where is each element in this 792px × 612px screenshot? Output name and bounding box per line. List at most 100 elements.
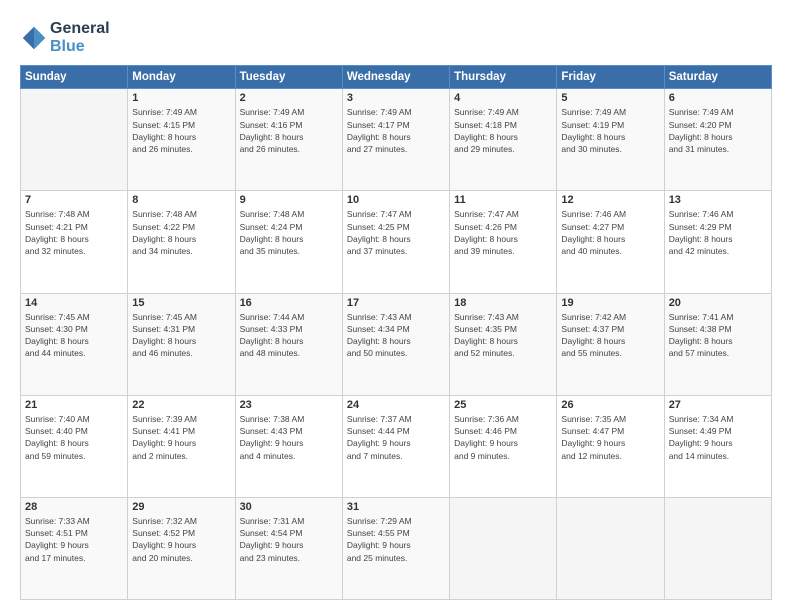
calendar-cell: 12Sunrise: 7:46 AM Sunset: 4:27 PM Dayli…: [557, 191, 664, 293]
calendar-cell: 2 Sunrise: 7:49 AM Sunset: 4:16 PM Daylig…: [235, 89, 342, 191]
day-info: Sunrise: 7:35 AM Sunset: 4:47 PM Dayligh…: [561, 413, 659, 462]
weekday-header: Tuesday: [235, 66, 342, 89]
day-info: Sunrise: 7:43 AM Sunset: 4:34 PM Dayligh…: [347, 311, 445, 360]
day-info: Sunrise: 7:39 AM Sunset: 4:41 PM Dayligh…: [132, 413, 230, 462]
calendar-cell: 1 Sunrise: 7:49 AM Sunset: 4:15 PM Daylig…: [128, 89, 235, 191]
weekday-header: Saturday: [664, 66, 771, 89]
day-info: Sunrise: 7:40 AM Sunset: 4:40 PM Dayligh…: [25, 413, 123, 462]
calendar-week-row: 7 Sunrise: 7:48 AM Sunset: 4:21 PM Daylig…: [21, 191, 772, 293]
calendar-cell: [450, 497, 557, 599]
calendar-cell: 28Sunrise: 7:33 AM Sunset: 4:51 PM Dayli…: [21, 497, 128, 599]
day-info: Sunrise: 7:49 AM Sunset: 4:16 PM Dayligh…: [240, 106, 338, 155]
day-info: Sunrise: 7:46 AM Sunset: 4:27 PM Dayligh…: [561, 208, 659, 257]
day-number: 11: [454, 194, 552, 206]
calendar-cell: 9 Sunrise: 7:48 AM Sunset: 4:24 PM Daylig…: [235, 191, 342, 293]
day-number: 5: [561, 92, 659, 104]
calendar-cell: 29 Sunrise: 7:32 AM Sunset: 4:52 PM Dayli…: [128, 497, 235, 599]
calendar-cell: 26 Sunrise: 7:35 AM Sunset: 4:47 PM Dayli…: [557, 395, 664, 497]
day-number: 2: [240, 92, 338, 104]
day-number: 25: [454, 399, 552, 411]
day-number: 18: [454, 297, 552, 309]
day-number: 21: [25, 399, 123, 411]
logo-icon: [20, 24, 48, 52]
calendar-cell: 18 Sunrise: 7:43 AM Sunset: 4:35 PM Dayli…: [450, 293, 557, 395]
day-number: 20: [669, 297, 767, 309]
calendar-table: SundayMondayTuesdayWednesdayThursdayFrid…: [20, 65, 772, 600]
day-info: Sunrise: 7:29 AM Sunset: 4:55 PM Dayligh…: [347, 515, 445, 564]
page: General Blue SundayMondayTuesdayWednesda…: [0, 0, 792, 612]
day-info: Sunrise: 7:42 AM Sunset: 4:37 PM Dayligh…: [561, 311, 659, 360]
day-number: 26: [561, 399, 659, 411]
day-number: 13: [669, 194, 767, 206]
day-number: 4: [454, 92, 552, 104]
day-number: 24: [347, 399, 445, 411]
logo-text: General Blue: [50, 20, 110, 55]
calendar-cell: 21 Sunrise: 7:40 AM Sunset: 4:40 PM Dayli…: [21, 395, 128, 497]
day-number: 3: [347, 92, 445, 104]
calendar-cell: 11Sunrise: 7:47 AM Sunset: 4:26 PM Dayli…: [450, 191, 557, 293]
day-info: Sunrise: 7:48 AM Sunset: 4:21 PM Dayligh…: [25, 208, 123, 257]
calendar-cell: 17 Sunrise: 7:43 AM Sunset: 4:34 PM Dayli…: [342, 293, 449, 395]
calendar-cell: 24Sunrise: 7:37 AM Sunset: 4:44 PM Dayli…: [342, 395, 449, 497]
calendar-cell: 20 Sunrise: 7:41 AM Sunset: 4:38 PM Dayli…: [664, 293, 771, 395]
calendar-cell: 19Sunrise: 7:42 AM Sunset: 4:37 PM Dayli…: [557, 293, 664, 395]
day-info: Sunrise: 7:45 AM Sunset: 4:31 PM Dayligh…: [132, 311, 230, 360]
day-number: 28: [25, 501, 123, 513]
day-info: Sunrise: 7:32 AM Sunset: 4:52 PM Dayligh…: [132, 515, 230, 564]
day-info: Sunrise: 7:34 AM Sunset: 4:49 PM Dayligh…: [669, 413, 767, 462]
day-info: Sunrise: 7:43 AM Sunset: 4:35 PM Dayligh…: [454, 311, 552, 360]
calendar-week-row: 1 Sunrise: 7:49 AM Sunset: 4:15 PM Daylig…: [21, 89, 772, 191]
day-info: Sunrise: 7:49 AM Sunset: 4:17 PM Dayligh…: [347, 106, 445, 155]
day-number: 23: [240, 399, 338, 411]
calendar-body: 1 Sunrise: 7:49 AM Sunset: 4:15 PM Daylig…: [21, 89, 772, 600]
day-number: 8: [132, 194, 230, 206]
day-number: 17: [347, 297, 445, 309]
day-info: Sunrise: 7:36 AM Sunset: 4:46 PM Dayligh…: [454, 413, 552, 462]
header: General Blue: [20, 16, 772, 55]
day-number: 15: [132, 297, 230, 309]
weekday-header: Sunday: [21, 66, 128, 89]
weekday-header: Wednesday: [342, 66, 449, 89]
calendar-cell: 4Sunrise: 7:49 AM Sunset: 4:18 PM Daylig…: [450, 89, 557, 191]
day-info: Sunrise: 7:48 AM Sunset: 4:24 PM Dayligh…: [240, 208, 338, 257]
weekday-header: Friday: [557, 66, 664, 89]
day-number: 9: [240, 194, 338, 206]
calendar-cell: [21, 89, 128, 191]
weekday-header: Thursday: [450, 66, 557, 89]
calendar-cell: 7 Sunrise: 7:48 AM Sunset: 4:21 PM Daylig…: [21, 191, 128, 293]
day-number: 14: [25, 297, 123, 309]
day-info: Sunrise: 7:48 AM Sunset: 4:22 PM Dayligh…: [132, 208, 230, 257]
day-info: Sunrise: 7:46 AM Sunset: 4:29 PM Dayligh…: [669, 208, 767, 257]
day-number: 6: [669, 92, 767, 104]
day-info: Sunrise: 7:31 AM Sunset: 4:54 PM Dayligh…: [240, 515, 338, 564]
calendar-cell: 6 Sunrise: 7:49 AM Sunset: 4:20 PM Daylig…: [664, 89, 771, 191]
day-info: Sunrise: 7:49 AM Sunset: 4:20 PM Dayligh…: [669, 106, 767, 155]
calendar-header: SundayMondayTuesdayWednesdayThursdayFrid…: [21, 66, 772, 89]
calendar-cell: 16Sunrise: 7:44 AM Sunset: 4:33 PM Dayli…: [235, 293, 342, 395]
calendar-cell: [664, 497, 771, 599]
calendar-cell: 22 Sunrise: 7:39 AM Sunset: 4:41 PM Dayli…: [128, 395, 235, 497]
day-number: 1: [132, 92, 230, 104]
day-number: 22: [132, 399, 230, 411]
day-number: 29: [132, 501, 230, 513]
day-number: 7: [25, 194, 123, 206]
day-number: 31: [347, 501, 445, 513]
logo: General Blue: [20, 20, 110, 55]
day-number: 16: [240, 297, 338, 309]
day-number: 30: [240, 501, 338, 513]
calendar-cell: 15 Sunrise: 7:45 AM Sunset: 4:31 PM Dayli…: [128, 293, 235, 395]
day-info: Sunrise: 7:49 AM Sunset: 4:19 PM Dayligh…: [561, 106, 659, 155]
day-info: Sunrise: 7:41 AM Sunset: 4:38 PM Dayligh…: [669, 311, 767, 360]
day-number: 27: [669, 399, 767, 411]
calendar-cell: [557, 497, 664, 599]
day-info: Sunrise: 7:38 AM Sunset: 4:43 PM Dayligh…: [240, 413, 338, 462]
calendar-cell: 3 Sunrise: 7:49 AM Sunset: 4:17 PM Daylig…: [342, 89, 449, 191]
calendar-cell: 5 Sunrise: 7:49 AM Sunset: 4:19 PM Daylig…: [557, 89, 664, 191]
calendar-week-row: 28Sunrise: 7:33 AM Sunset: 4:51 PM Dayli…: [21, 497, 772, 599]
day-info: Sunrise: 7:49 AM Sunset: 4:15 PM Dayligh…: [132, 106, 230, 155]
day-number: 10: [347, 194, 445, 206]
calendar-cell: 23 Sunrise: 7:38 AM Sunset: 4:43 PM Dayli…: [235, 395, 342, 497]
calendar-week-row: 21 Sunrise: 7:40 AM Sunset: 4:40 PM Dayli…: [21, 395, 772, 497]
day-info: Sunrise: 7:45 AM Sunset: 4:30 PM Dayligh…: [25, 311, 123, 360]
calendar-cell: 10Sunrise: 7:47 AM Sunset: 4:25 PM Dayli…: [342, 191, 449, 293]
